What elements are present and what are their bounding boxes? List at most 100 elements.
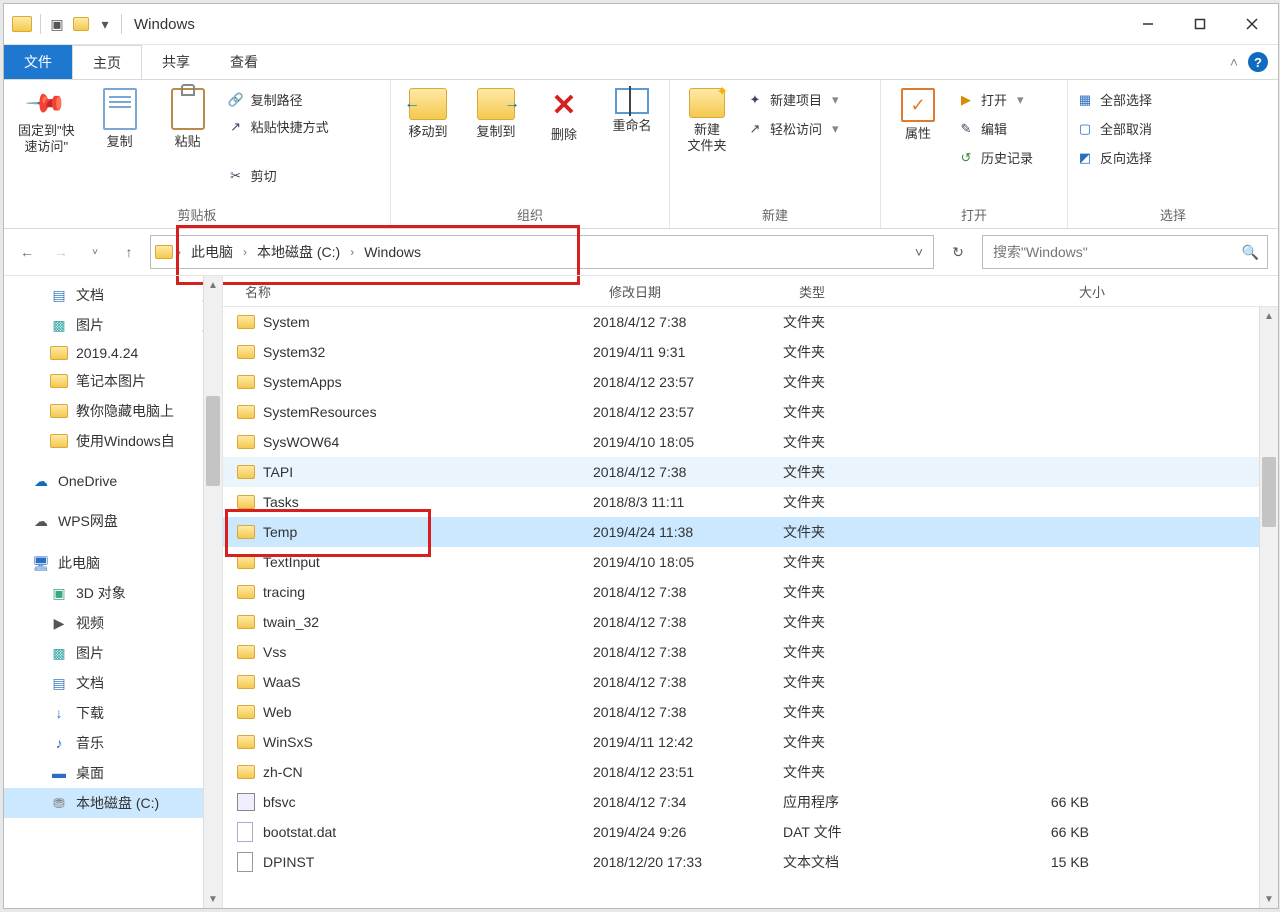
crumb-pc[interactable]: 此电脑 xyxy=(185,242,239,262)
copy-button[interactable]: 复制 xyxy=(91,84,149,154)
file-date: 2018/4/12 7:38 xyxy=(585,674,775,690)
file-row[interactable]: SystemResources2018/4/12 23:57文件夹 xyxy=(223,397,1278,427)
history-button[interactable]: ↺历史记录 xyxy=(957,146,1033,169)
tab-file[interactable]: 文件 xyxy=(4,45,72,79)
scroll-up-icon[interactable]: ▲ xyxy=(1260,307,1278,325)
file-row[interactable]: WaaS2018/4/12 7:38文件夹 xyxy=(223,667,1278,697)
close-button[interactable] xyxy=(1226,4,1278,44)
qat-properties-icon[interactable]: ▣ xyxy=(49,16,65,32)
file-row[interactable]: Vss2018/4/12 7:38文件夹 xyxy=(223,637,1278,667)
properties-button[interactable]: ✓ 属性 xyxy=(889,84,947,146)
file-row[interactable]: Temp2019/4/24 11:38文件夹 xyxy=(223,517,1278,547)
address-dropdown-icon[interactable]: ˅ xyxy=(909,244,929,260)
file-row[interactable]: zh-CN2018/4/12 23:51文件夹 xyxy=(223,757,1278,787)
crumb-folder[interactable]: Windows xyxy=(358,244,427,260)
nav-local-disk-c[interactable]: ⛃本地磁盘 (C:) xyxy=(4,788,222,818)
col-date[interactable]: 修改日期 xyxy=(601,282,791,301)
scroll-thumb[interactable] xyxy=(206,396,220,486)
nav-scrollbar[interactable]: ▲ ▼ xyxy=(203,276,222,908)
file-row[interactable]: TextInput2019/4/10 18:05文件夹 xyxy=(223,547,1278,577)
nav-3d-objects[interactable]: ▣3D 对象 xyxy=(4,578,222,608)
nav-documents2[interactable]: ▤文档 xyxy=(4,668,222,698)
file-row[interactable]: bootstat.dat2019/4/24 9:26DAT 文件66 KB xyxy=(223,817,1278,847)
recent-dropdown[interactable]: ˅ xyxy=(82,239,108,265)
scroll-down-icon[interactable]: ▼ xyxy=(204,890,222,908)
paste-shortcut-button[interactable]: ↗粘贴快捷方式 xyxy=(227,115,329,138)
qat-dropdown-icon[interactable]: ▾ xyxy=(97,16,113,32)
maximize-button[interactable] xyxy=(1174,4,1226,44)
nav-onedrive[interactable]: ☁OneDrive xyxy=(4,468,222,494)
nav-teach-hide[interactable]: 教你隐藏电脑上 xyxy=(4,396,222,426)
copy-path-button[interactable]: 🔗复制路径 xyxy=(227,88,329,111)
copy-to-button[interactable]: 复制到 xyxy=(467,84,525,144)
up-button[interactable]: ↑ xyxy=(116,239,142,265)
nav-date-folder[interactable]: 2019.4.24 xyxy=(4,340,222,366)
tab-share[interactable]: 共享 xyxy=(142,45,210,79)
file-date: 2018/4/12 7:38 xyxy=(585,314,775,330)
file-row[interactable]: SysWOW642019/4/10 18:05文件夹 xyxy=(223,427,1278,457)
scroll-thumb[interactable] xyxy=(1262,457,1276,527)
nav-this-pc[interactable]: 🖥此电脑 xyxy=(4,548,222,578)
edit-button[interactable]: ✎编辑 xyxy=(957,117,1033,140)
nav-use-windows[interactable]: 使用Windows自 xyxy=(4,426,222,456)
pictures-icon: ▩ xyxy=(50,645,68,661)
file-size: 66 KB xyxy=(961,794,1097,810)
rename-button[interactable]: 重命名 xyxy=(603,84,661,138)
qat-newfolder-icon[interactable] xyxy=(73,16,89,32)
search-input[interactable] xyxy=(991,243,1242,261)
tab-home[interactable]: 主页 xyxy=(72,45,142,79)
tab-view[interactable]: 查看 xyxy=(210,45,278,79)
list-scrollbar[interactable]: ▲ ▼ xyxy=(1259,307,1278,908)
nav-downloads[interactable]: ↓下载 xyxy=(4,698,222,728)
new-item-button[interactable]: ✦新建项目▾ xyxy=(746,88,839,111)
move-to-button[interactable]: 移动到 xyxy=(399,84,457,144)
paste-button[interactable]: 粘贴 xyxy=(159,84,217,154)
help-icon[interactable]: ? xyxy=(1248,52,1268,72)
file-row[interactable]: DPINST2018/12/20 17:33文本文档15 KB xyxy=(223,847,1278,877)
col-name[interactable]: 名称 xyxy=(237,282,601,301)
path-icon: 🔗 xyxy=(227,92,245,108)
select-all-button[interactable]: ▦全部选择 xyxy=(1076,88,1152,111)
nav-pictures[interactable]: ▩图片📌 xyxy=(4,310,222,340)
file-row[interactable]: WinSxS2019/4/11 12:42文件夹 xyxy=(223,727,1278,757)
minimize-button[interactable] xyxy=(1122,4,1174,44)
file-row[interactable]: bfsvc2018/4/12 7:34应用程序66 KB xyxy=(223,787,1278,817)
new-folder-button[interactable]: 新建 文件夹 xyxy=(678,84,736,158)
address-bar[interactable]: › 此电脑 › 本地磁盘 (C:) › Windows ˅ xyxy=(150,235,934,269)
file-row[interactable]: System2018/4/12 7:38文件夹 xyxy=(223,307,1278,337)
nav-wps[interactable]: ☁WPS网盘 xyxy=(4,506,222,536)
ribbon-collapse-icon[interactable]: ˄ xyxy=(1230,54,1238,70)
nav-pictures2[interactable]: ▩图片 xyxy=(4,638,222,668)
open-button[interactable]: ▶打开▾ xyxy=(957,88,1033,111)
crumb-drive[interactable]: 本地磁盘 (C:) xyxy=(251,242,346,262)
scroll-down-icon[interactable]: ▼ xyxy=(1260,890,1278,908)
file-row[interactable]: Web2018/4/12 7:38文件夹 xyxy=(223,697,1278,727)
file-row[interactable]: tracing2018/4/12 7:38文件夹 xyxy=(223,577,1278,607)
file-row[interactable]: TAPI2018/4/12 7:38文件夹 xyxy=(223,457,1278,487)
back-button[interactable]: ← xyxy=(14,239,40,265)
delete-button[interactable]: ✕ 删除 xyxy=(535,84,593,147)
file-row[interactable]: System322019/4/11 9:31文件夹 xyxy=(223,337,1278,367)
search-icon[interactable]: 🔍 xyxy=(1242,244,1259,261)
cut-button[interactable]: ✂剪切 xyxy=(227,164,329,187)
file-row[interactable]: SystemApps2018/4/12 23:57文件夹 xyxy=(223,367,1278,397)
file-row[interactable]: twain_322018/4/12 7:38文件夹 xyxy=(223,607,1278,637)
select-none-button[interactable]: ▢全部取消 xyxy=(1076,117,1152,140)
paste-icon xyxy=(171,88,205,130)
refresh-button[interactable]: ↻ xyxy=(942,236,974,268)
search-box[interactable]: 🔍 xyxy=(982,235,1268,269)
nav-music[interactable]: ♪音乐 xyxy=(4,728,222,758)
col-size[interactable]: 大小 xyxy=(977,282,1113,301)
nav-desktop[interactable]: ▬桌面 xyxy=(4,758,222,788)
invert-selection-button[interactable]: ◩反向选择 xyxy=(1076,146,1152,169)
scroll-up-icon[interactable]: ▲ xyxy=(204,276,222,294)
nav-pane[interactable]: ▤文档📌 ▩图片📌 2019.4.24 笔记本图片 教你隐藏电脑上 使用Wind… xyxy=(4,276,223,908)
forward-button[interactable]: → xyxy=(48,239,74,265)
easy-access-button[interactable]: ↗轻松访问▾ xyxy=(746,117,839,140)
file-row[interactable]: Tasks2018/8/3 11:11文件夹 xyxy=(223,487,1278,517)
nav-videos[interactable]: ▶视频 xyxy=(4,608,222,638)
col-type[interactable]: 类型 xyxy=(791,282,977,301)
nav-documents[interactable]: ▤文档📌 xyxy=(4,280,222,310)
pin-quick-access-button[interactable]: 📌 固定到"快 速访问" xyxy=(12,84,81,159)
nav-notebook-pics[interactable]: 笔记本图片 xyxy=(4,366,222,396)
